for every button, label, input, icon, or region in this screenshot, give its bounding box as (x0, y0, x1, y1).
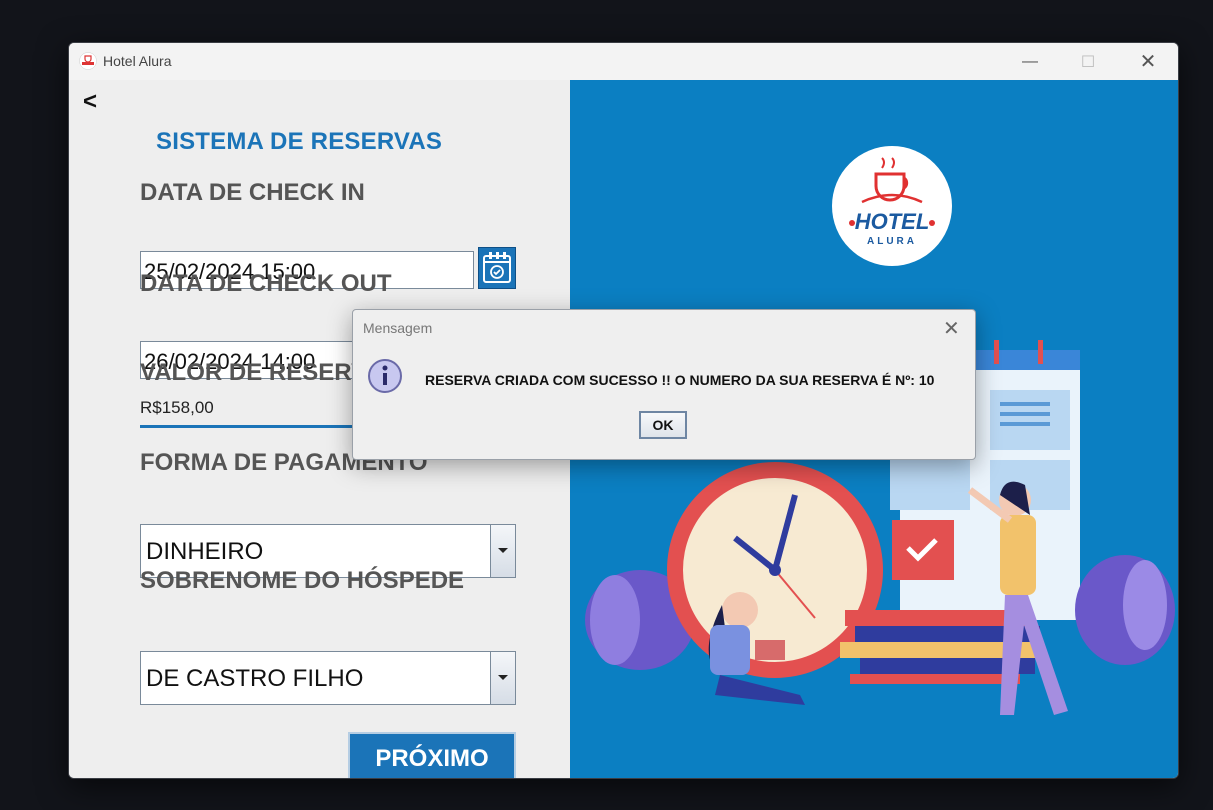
window-title: Hotel Alura (103, 53, 172, 69)
dialog-title: Mensagem (363, 320, 433, 336)
page-title: SISTEMA DE RESERVAS (156, 128, 443, 155)
next-button[interactable]: PRÓXIMO (348, 732, 516, 778)
hotel-app-icon (79, 52, 97, 70)
dialog-close-button[interactable]: ✕ (943, 316, 960, 341)
dialog-message: RESERVA CRIADA COM SUCESSO !! O NUMERO D… (425, 372, 935, 388)
hotel-alura-logo: HOTEL ALURA (832, 146, 952, 266)
pagamento-selected-value: DINHEIRO (146, 538, 264, 565)
message-dialog: Mensagem ✕ RESERVA CRIADA COM SUCESSO !!… (352, 309, 976, 460)
dropdown-arrow-icon[interactable] (490, 525, 515, 577)
minimize-button[interactable]: — (1001, 43, 1059, 80)
logo-main-text: HOTEL (855, 209, 930, 234)
sobrenome-select[interactable]: DE CASTRO FILHO (140, 651, 516, 705)
ok-button[interactable]: OK (639, 411, 687, 439)
valor-label: VALOR DE RESERVA (140, 359, 383, 386)
sobrenome-selected-value: DE CASTRO FILHO (146, 665, 364, 692)
valor-field: R$158,00 (140, 398, 214, 417)
back-button[interactable]: < (83, 88, 97, 116)
checkout-label: DATA DE CHECK OUT (140, 270, 392, 297)
checkin-label: DATA DE CHECK IN (140, 179, 365, 206)
dropdown-arrow-icon[interactable] (490, 652, 515, 704)
close-button[interactable]: ✕ (1119, 43, 1177, 80)
checkin-calendar-button[interactable] (478, 247, 516, 289)
info-icon (368, 359, 402, 393)
logo-sub-text: ALURA (867, 236, 917, 247)
sobrenome-label: SOBRENOME DO HÓSPEDE (140, 567, 465, 594)
maximize-button[interactable]: ☐ (1059, 43, 1117, 80)
title-bar[interactable]: Hotel Alura — ☐ ✕ (69, 43, 1178, 80)
calendar-icon (483, 252, 511, 283)
